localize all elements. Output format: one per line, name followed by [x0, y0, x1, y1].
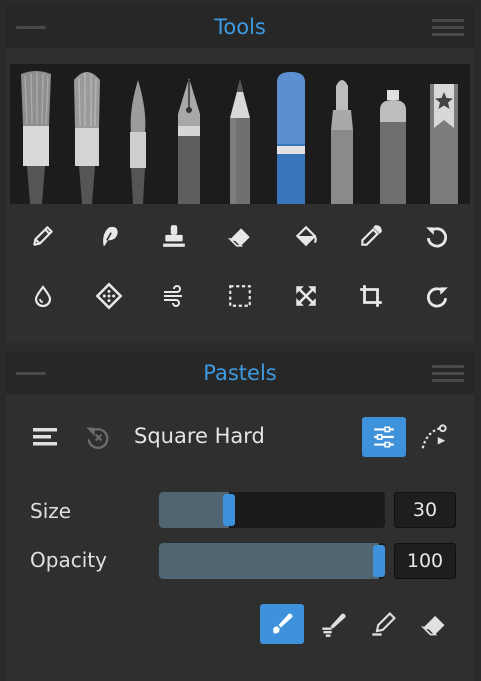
transform-icon[interactable] [273, 273, 339, 319]
size-slider-fill [159, 492, 229, 528]
brush-preset-row: Square Hard [6, 414, 474, 460]
watercolor-brush-tool[interactable] [115, 70, 161, 204]
tools-panel: Tools [6, 6, 474, 343]
texture-icon[interactable] [76, 273, 142, 319]
pastels-panel: Pastels Square Hard Size 30 Opacity 100 [6, 352, 474, 681]
opacity-slider[interactable] [159, 543, 385, 579]
spray-can-tool[interactable] [370, 70, 416, 204]
collapse-icon[interactable] [16, 372, 46, 375]
pencil-mode-icon[interactable] [362, 604, 406, 644]
selection-icon[interactable] [207, 273, 273, 319]
pastels-panel-title: Pastels [203, 361, 277, 385]
preset-list-icon[interactable] [24, 417, 68, 457]
dry-brush-tool[interactable] [64, 70, 110, 204]
brush-strip [10, 64, 470, 204]
opacity-value-field[interactable]: 100 [394, 543, 456, 579]
undo-icon[interactable] [404, 213, 470, 259]
eraser-icon[interactable] [207, 213, 273, 259]
pencil-icon[interactable] [10, 213, 76, 259]
panel-menu-icon[interactable] [432, 365, 464, 383]
reset-preset-icon[interactable] [76, 417, 120, 457]
collapse-icon[interactable] [16, 26, 46, 29]
size-slider[interactable] [159, 492, 385, 528]
brush-preset-name[interactable]: Square Hard [134, 424, 265, 448]
tools-panel-title: Tools [214, 15, 266, 39]
marker-tool[interactable] [319, 70, 365, 204]
size-label: Size [30, 499, 72, 523]
pastel-tool[interactable] [268, 70, 314, 204]
pencil-tool[interactable] [217, 70, 263, 204]
wind-icon[interactable] [141, 273, 207, 319]
opacity-slider-fill [159, 543, 379, 579]
stamp-icon[interactable] [141, 213, 207, 259]
tools-panel-header[interactable]: Tools [6, 6, 474, 48]
brush-settings-button[interactable] [362, 417, 406, 457]
eyedropper-icon[interactable] [339, 213, 405, 259]
stroke-path-icon[interactable] [412, 417, 456, 457]
redo-icon[interactable] [404, 273, 470, 319]
size-slider-handle[interactable] [223, 494, 235, 526]
panel-menu-icon[interactable] [432, 19, 464, 37]
crop-icon[interactable] [339, 273, 405, 319]
water-drop-icon[interactable] [10, 273, 76, 319]
size-value-field[interactable]: 30 [394, 492, 456, 528]
tool-icons-grid [10, 213, 470, 319]
ink-pen-tool[interactable] [166, 70, 212, 204]
fill-bucket-icon[interactable] [273, 213, 339, 259]
eraser-mode-icon[interactable] [412, 604, 456, 644]
blend-mode-icon[interactable] [312, 604, 356, 644]
paint-mode-button[interactable] [260, 604, 304, 644]
pastels-panel-header[interactable]: Pastels [6, 352, 474, 394]
oil-brush-tool[interactable] [13, 70, 59, 204]
favorites-tool[interactable] [421, 70, 467, 204]
leaf-smudge-icon[interactable] [76, 213, 142, 259]
opacity-slider-handle[interactable] [373, 545, 385, 577]
opacity-label: Opacity [30, 548, 107, 572]
